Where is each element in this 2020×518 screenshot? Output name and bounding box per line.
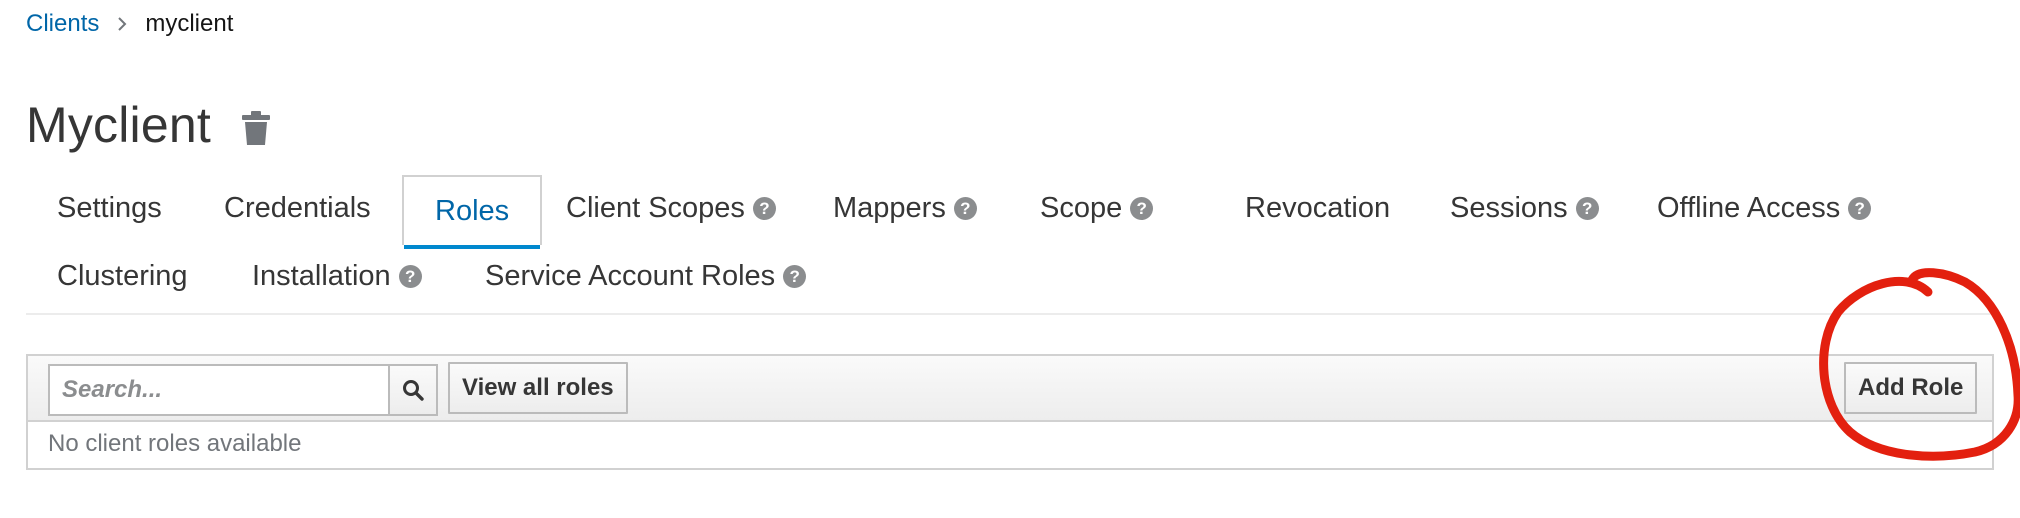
tab-sessions[interactable]: Sessions ? xyxy=(1419,175,1630,241)
breadcrumb-clients-link[interactable]: Clients xyxy=(26,10,99,38)
client-tabs: Settings Credentials Roles Client Scopes… xyxy=(26,175,2000,315)
search-group xyxy=(48,364,438,416)
question-circle-icon[interactable]: ? xyxy=(783,264,807,288)
tab-installation[interactable]: Installation ? xyxy=(221,243,453,309)
page-title: Myclient xyxy=(26,97,211,153)
tab-client-scopes[interactable]: Client Scopes ? xyxy=(535,175,807,241)
tab-label: Settings xyxy=(57,192,162,224)
tab-service-account-roles[interactable]: Service Account Roles ? xyxy=(454,243,837,309)
tab-label: Scope xyxy=(1040,192,1123,224)
question-circle-icon[interactable]: ? xyxy=(953,196,977,220)
question-circle-icon[interactable]: ? xyxy=(752,196,776,220)
tab-label: Revocation xyxy=(1245,192,1391,224)
tab-roles[interactable]: Roles xyxy=(402,175,543,249)
tab-clustering[interactable]: Clustering xyxy=(26,243,219,309)
breadcrumb: Clients myclient xyxy=(26,10,233,38)
roles-table: View all roles Add Role No client roles … xyxy=(26,354,1994,470)
add-role-button[interactable]: Add Role xyxy=(1844,362,1978,414)
tab-label: Sessions xyxy=(1450,192,1568,224)
tab-credentials[interactable]: Credentials xyxy=(193,175,402,241)
tab-settings[interactable]: Settings xyxy=(26,175,193,241)
tab-scope[interactable]: Scope ? xyxy=(1009,175,1184,241)
chevron-right-icon xyxy=(117,17,127,31)
tab-label: Mappers xyxy=(833,192,946,224)
tab-revocation[interactable]: Revocation xyxy=(1214,175,1421,241)
question-circle-icon[interactable]: ? xyxy=(1130,196,1154,220)
trash-icon[interactable] xyxy=(241,110,271,146)
title-row: Myclient xyxy=(26,96,271,154)
tab-label: Service Account Roles xyxy=(485,260,776,292)
roles-toolbar: View all roles Add Role xyxy=(28,356,1992,422)
tab-label: Client Scopes xyxy=(566,192,745,224)
empty-message: No client roles available xyxy=(48,430,302,457)
search-button[interactable] xyxy=(388,364,438,416)
tab-mappers[interactable]: Mappers ? xyxy=(802,175,1008,241)
tab-label: Roles xyxy=(435,195,510,227)
question-circle-icon[interactable]: ? xyxy=(1848,196,1872,220)
tab-label: Clustering xyxy=(57,260,188,292)
tab-offline-access[interactable]: Offline Access ? xyxy=(1626,175,1902,241)
search-input[interactable] xyxy=(48,364,388,416)
tab-label: Installation xyxy=(252,260,391,292)
view-all-roles-button[interactable]: View all roles xyxy=(448,362,628,414)
question-circle-icon[interactable]: ? xyxy=(398,264,422,288)
question-circle-icon[interactable]: ? xyxy=(1575,196,1599,220)
tab-label: Credentials xyxy=(224,192,371,224)
tab-label: Offline Access xyxy=(1657,192,1841,224)
search-icon xyxy=(402,379,424,401)
breadcrumb-current: myclient xyxy=(145,10,234,37)
